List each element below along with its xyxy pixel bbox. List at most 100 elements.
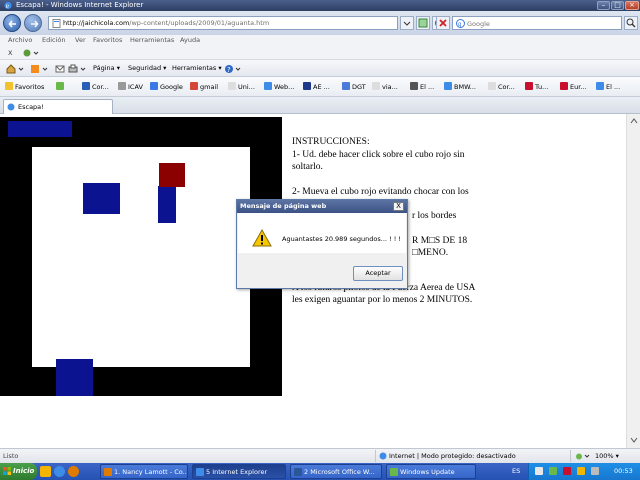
tray-shield-icon[interactable]: [577, 467, 585, 475]
tray-arrow-icon[interactable]: [535, 467, 543, 475]
site-icon: [118, 82, 126, 90]
fav-label: Cor...: [498, 83, 515, 91]
favorites-button[interactable]: Favoritos: [5, 82, 44, 91]
address-text[interactable]: http://jaichicola.com/wp-content/uploads…: [63, 19, 269, 27]
fav-item-7[interactable]: AE ...: [303, 82, 330, 91]
menu-ayuda[interactable]: Ayuda: [180, 36, 200, 44]
instr-line: 1- Ud. debe hacer click sobre el cubo ro…: [292, 149, 465, 173]
start-button[interactable]: Inicio: [0, 463, 37, 480]
security-zone[interactable]: Internet | Modo protegido: desactivado: [389, 452, 516, 460]
window-title-bar[interactable]: e Escapa! - Windows Internet Explorer – …: [0, 0, 640, 11]
dialog-title-bar[interactable]: Mensaje de página web X: [237, 200, 407, 213]
fav-item-8[interactable]: DGT: [342, 82, 366, 91]
blue-block-top: [8, 121, 72, 137]
menu-herramientas[interactable]: Herramientas: [130, 36, 174, 44]
help-icon[interactable]: ?: [224, 64, 242, 74]
stop-button[interactable]: [436, 16, 450, 30]
fav-item-5[interactable]: Uni...: [228, 82, 255, 91]
tray-volume-icon[interactable]: [591, 467, 599, 475]
print-icon[interactable]: [68, 64, 88, 74]
tray-network-icon[interactable]: [549, 467, 557, 475]
address-bar[interactable]: http://jaichicola.com/wp-content/uploads…: [48, 16, 398, 30]
taskbar-button-update[interactable]: Windows Update: [386, 464, 476, 479]
fav-item-15[interactable]: El ...: [596, 82, 620, 91]
fav-label: Tu...: [535, 83, 549, 91]
tools-menu[interactable]: Herramientas ▾: [172, 64, 222, 72]
fav-item-13[interactable]: Tu...: [525, 82, 548, 91]
command-bar: Página ▾ Seguridad ▾ Herramientas ▾ ?: [0, 60, 640, 77]
alert-dialog: Mensaje de página web X Aguantastes 20.9…: [236, 199, 408, 289]
tab-row: Escapa!: [0, 97, 640, 114]
taskbar-button-nancy[interactable]: 1. Nancy Lamott - Co...: [100, 464, 188, 479]
status-separator: [570, 450, 571, 462]
fav-item-12[interactable]: Cor...: [488, 82, 515, 91]
fav-item-3[interactable]: Google: [150, 82, 183, 91]
compatibility-icon: [418, 18, 428, 28]
word-icon: [294, 468, 302, 476]
fav-item-6[interactable]: Web...: [264, 82, 294, 91]
page-menu[interactable]: Página ▾: [93, 64, 120, 72]
taskbar: Inicio 1. Nancy Lamott - Co... 5 Interne…: [0, 463, 640, 480]
toolbar-addon-icon[interactable]: [22, 48, 40, 58]
menu-ver[interactable]: Ver: [75, 36, 86, 44]
menu-archivo[interactable]: Archivo: [8, 36, 32, 44]
close-button[interactable]: ×: [625, 1, 639, 10]
language-indicator[interactable]: ES: [512, 467, 520, 475]
ie-icon: [264, 82, 272, 90]
page-icon: [228, 82, 236, 90]
menu-favoritos[interactable]: Favoritos: [93, 36, 122, 44]
home-icon[interactable]: [6, 64, 26, 74]
windows-update-icon: [390, 468, 398, 476]
maximize-button[interactable]: □: [611, 1, 624, 10]
svg-text:g: g: [458, 22, 461, 28]
clock[interactable]: 00:53: [614, 467, 633, 475]
quicklaunch-folder-icon[interactable]: [40, 466, 51, 477]
svg-text:e: e: [6, 2, 9, 10]
fav-item-11[interactable]: BMW...: [444, 82, 476, 91]
page-icon: [488, 82, 496, 90]
fav-item-1[interactable]: Cor...: [82, 82, 109, 91]
minimize-button[interactable]: –: [597, 1, 610, 10]
fav-label: Cor...: [92, 83, 109, 91]
scroll-down-icon[interactable]: [630, 436, 638, 444]
dialog-close-button[interactable]: X: [393, 202, 404, 211]
mail-icon[interactable]: [55, 64, 65, 74]
taskbar-button-ie[interactable]: 5 Internet Explorer: [192, 464, 286, 479]
fav-label: Google: [160, 83, 183, 91]
address-dropdown-button[interactable]: [400, 16, 414, 30]
fav-item-2[interactable]: ICAV: [118, 82, 143, 91]
taskbar-button-office[interactable]: 2 Microsoft Office W...: [290, 464, 382, 479]
back-button[interactable]: [3, 14, 21, 32]
vertical-scrollbar[interactable]: [626, 114, 640, 448]
dialog-title: Mensaje de página web: [240, 202, 327, 210]
dialog-message: Aguantastes 20.989 segundos... ! ! !: [282, 235, 401, 243]
security-menu[interactable]: Seguridad ▾: [128, 64, 166, 72]
site-icon: [410, 82, 418, 90]
instructions-heading: INSTRUCCIONES: 1- Ud. debe hacer click so…: [292, 136, 482, 174]
quicklaunch-media-icon[interactable]: [68, 466, 79, 477]
site-icon: [525, 82, 533, 90]
protected-mode-icon[interactable]: [575, 452, 591, 461]
compatibility-view-button[interactable]: [416, 16, 430, 30]
toolbar-close-button[interactable]: X: [8, 49, 12, 57]
fav-item-9[interactable]: via...: [372, 82, 398, 91]
scroll-up-icon[interactable]: [630, 117, 638, 125]
fav-add-button[interactable]: [56, 82, 66, 91]
rss-icon[interactable]: [30, 64, 50, 74]
fav-item-4[interactable]: gmail: [190, 82, 218, 91]
ok-button[interactable]: Aceptar: [353, 266, 403, 281]
search-input[interactable]: [467, 18, 617, 29]
fav-item-14[interactable]: Eur...: [560, 82, 587, 91]
search-box[interactable]: g: [452, 16, 622, 30]
tray-antivirus-icon[interactable]: [563, 467, 571, 475]
menu-edicion[interactable]: Edición: [42, 36, 66, 44]
add-favorite-icon: [56, 82, 64, 90]
fav-item-10[interactable]: El ...: [410, 82, 434, 91]
quicklaunch-ie-icon[interactable]: [54, 466, 65, 477]
forward-button[interactable]: [24, 14, 42, 32]
stop-x-icon: [439, 19, 447, 27]
tab-escapa[interactable]: Escapa!: [3, 99, 113, 114]
zoom-level[interactable]: 100% ▾: [595, 452, 619, 460]
search-button[interactable]: [624, 16, 638, 30]
red-cube[interactable]: [159, 163, 185, 187]
